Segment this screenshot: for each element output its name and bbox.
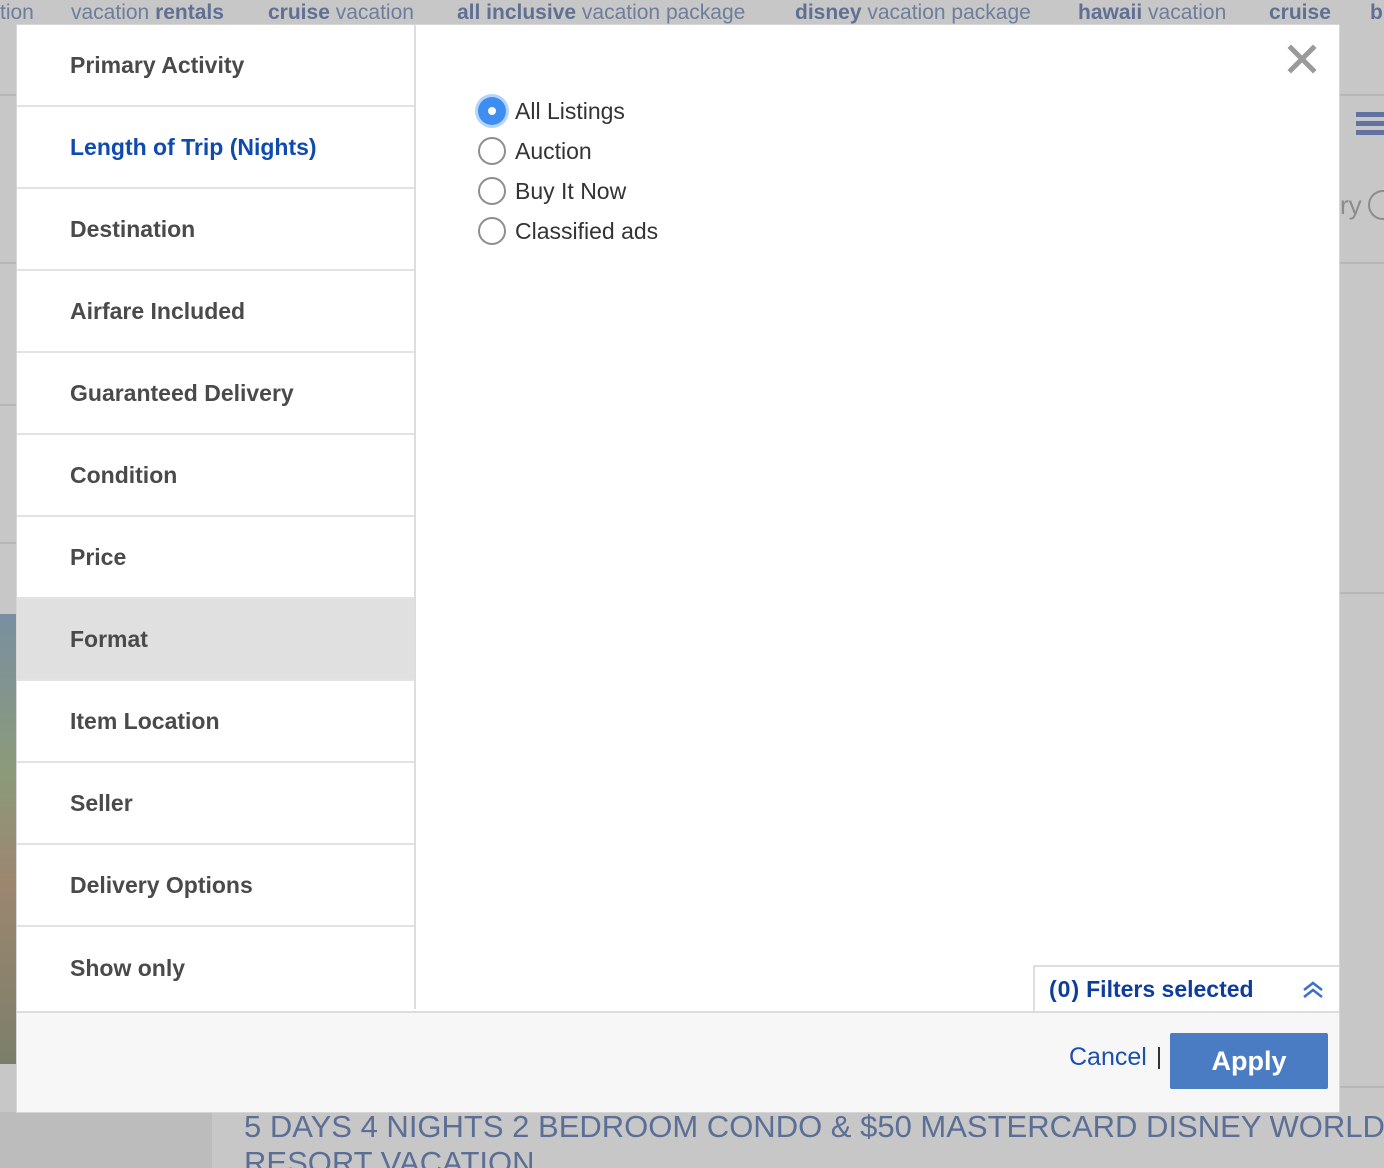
- sidebar-item-seller[interactable]: Seller: [17, 763, 414, 845]
- related-search-term: hawaii vacation: [1078, 1, 1227, 24]
- format-option-classified-ads[interactable]: Classified ads: [478, 211, 658, 251]
- listing-image: [0, 614, 17, 1064]
- sidebar-item-format[interactable]: Format: [17, 599, 414, 681]
- related-searches-bar: tion vacation rentals cruise vacation al…: [0, 0, 1384, 26]
- format-radio-group: All Listings Auction Buy It Now Classifi…: [478, 91, 658, 251]
- sidebar-item-primary-activity[interactable]: Primary Activity: [17, 25, 414, 107]
- apply-button[interactable]: Apply: [1170, 1033, 1328, 1089]
- filters-count: (0): [1049, 975, 1081, 1002]
- option-label: All Listings: [515, 97, 625, 124]
- background-text-fragment: ry: [1340, 190, 1362, 220]
- option-label: Auction: [515, 137, 592, 164]
- filter-category-sidebar: Primary Activity Length of Trip (Nights)…: [17, 25, 416, 1009]
- cancel-link[interactable]: Cancel: [1069, 1043, 1147, 1072]
- radio-button-checked[interactable]: [478, 97, 506, 125]
- option-label: Buy It Now: [515, 177, 627, 204]
- format-option-auction[interactable]: Auction: [478, 131, 658, 171]
- sidebar-item-show-only[interactable]: Show only: [17, 927, 414, 1009]
- related-search-term: disney vacation package: [795, 1, 1031, 24]
- sidebar-item-length-of-trip[interactable]: Length of Trip (Nights): [17, 107, 414, 189]
- filters-selected-toggle[interactable]: (0) Filters selected: [1033, 965, 1339, 1011]
- double-chevron-up-icon: [1301, 979, 1325, 999]
- related-search-term: all inclusive vacation package: [457, 1, 746, 24]
- sidebar-item-destination[interactable]: Destination: [17, 189, 414, 271]
- background-circle-icon: [1368, 190, 1384, 220]
- sidebar-item-price[interactable]: Price: [17, 517, 414, 599]
- radio-button[interactable]: [478, 177, 506, 205]
- close-icon[interactable]: [1284, 41, 1320, 77]
- sidebar-item-condition[interactable]: Condition: [17, 435, 414, 517]
- option-label: Classified ads: [515, 217, 659, 244]
- list-view-icon: [1356, 112, 1384, 136]
- background-divider: [1340, 1086, 1384, 1088]
- format-option-all-listings[interactable]: All Listings: [478, 91, 658, 131]
- radio-button[interactable]: [478, 217, 506, 245]
- filter-dialog: Primary Activity Length of Trip (Nights)…: [16, 24, 1340, 1113]
- sidebar-item-airfare-included[interactable]: Airfare Included: [17, 271, 414, 353]
- related-search-term: cruise: [1269, 1, 1331, 24]
- filter-options-panel: All Listings Auction Buy It Now Classifi…: [418, 25, 1340, 1009]
- related-search-term: tion: [0, 1, 34, 24]
- related-search-term: cruise vacation: [268, 1, 414, 24]
- listing-title: 5 DAYS 4 NIGHTS 2 BEDROOM CONDO & $50 MA…: [244, 1109, 1384, 1168]
- sidebar-item-guaranteed-delivery[interactable]: Guaranteed Delivery: [17, 353, 414, 435]
- related-search-term: vacation rentals: [71, 1, 224, 24]
- dialog-footer: Cancel Apply: [17, 1011, 1339, 1112]
- sidebar-item-item-location[interactable]: Item Location: [17, 681, 414, 763]
- radio-button[interactable]: [478, 137, 506, 165]
- background-divider: [0, 542, 17, 544]
- format-option-buy-it-now[interactable]: Buy It Now: [478, 171, 658, 211]
- background-divider: [0, 404, 17, 406]
- background-divider: [1340, 592, 1384, 594]
- filters-selected-label: Filters selected: [1086, 975, 1254, 1002]
- listing-thumbnail: [0, 1112, 212, 1168]
- footer-separator: [1158, 1047, 1160, 1069]
- sidebar-item-delivery-options[interactable]: Delivery Options: [17, 845, 414, 927]
- related-search-term: b: [1370, 1, 1383, 24]
